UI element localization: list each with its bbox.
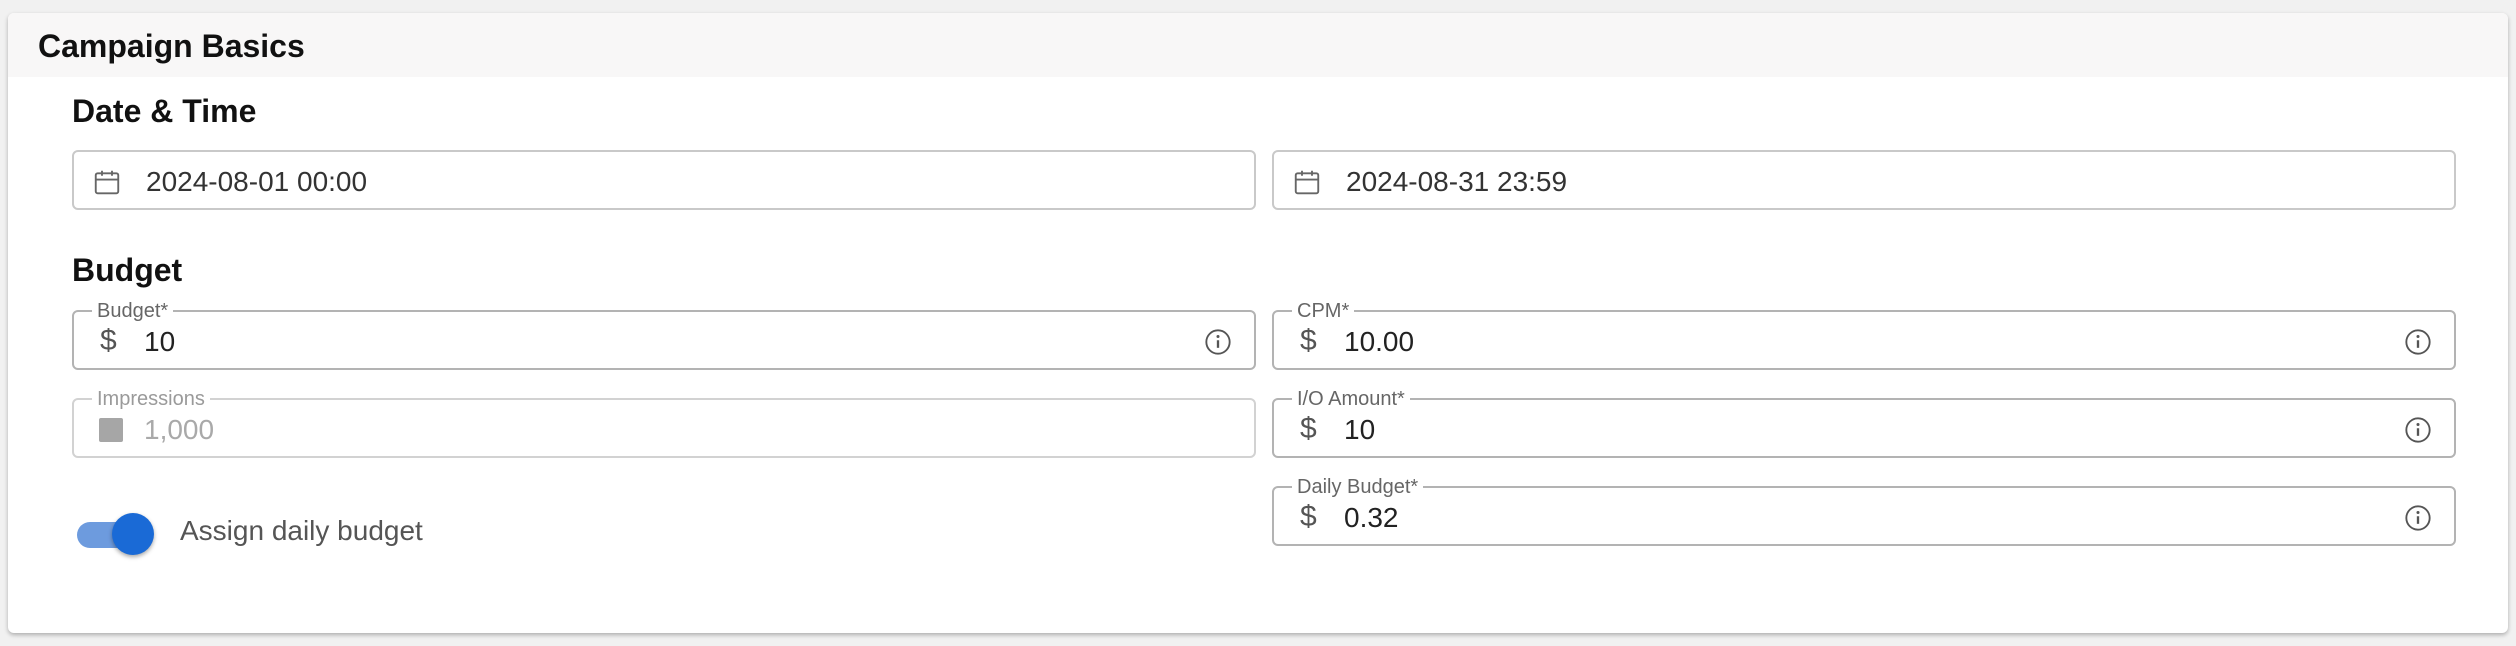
daily-budget-label: Daily Budget* [1292,476,1424,498]
campaign-basics-card: Campaign Basics Date & Time 2024-08-01 0… [8,13,2508,633]
cpm-field[interactable]: CPM* $ 10.00 [1272,300,2456,370]
assign-daily-budget-toggle[interactable] [74,509,156,559]
end-date-field[interactable]: 2024-08-31 23:59 [1272,150,2456,210]
info-icon[interactable] [1204,328,1232,356]
impressions-field: Impressions 1,000 [72,388,1256,458]
info-icon[interactable] [2404,328,2432,356]
start-date-value: 2024-08-01 00:00 [146,166,368,197]
dollar-icon: $ [1300,412,1317,445]
info-icon[interactable] [2404,416,2432,444]
dollar-icon: $ [1300,500,1317,533]
card-header: Campaign Basics [8,13,2508,77]
date-time-heading: Date & Time [72,93,257,129]
impressions-value: 1,000 [144,414,215,445]
dollar-icon: $ [1300,324,1317,357]
start-date-field[interactable]: 2024-08-01 00:00 [72,150,1256,210]
toggle-thumb [112,513,154,555]
io-amount-label: I/O Amount* [1292,388,1410,410]
daily-budget-field[interactable]: Daily Budget* $ 0.32 [1272,476,2456,546]
info-icon[interactable] [2404,504,2432,532]
dollar-icon: $ [100,324,117,357]
assign-daily-budget-label: Assign daily budget [180,515,423,546]
daily-budget-value: 0.32 [1344,502,1399,533]
card-title: Campaign Basics [38,28,305,64]
cpm-label: CPM* [1292,300,1355,322]
calendar-icon [1294,170,1320,195]
budget-value: 10 [144,326,176,357]
io-amount-value: 10 [1344,414,1376,445]
budget-label: Budget* [92,300,174,322]
end-date-value: 2024-08-31 23:59 [1346,166,1568,197]
budget-field[interactable]: Budget* $ 10 [72,300,1256,370]
calendar-icon [94,170,120,195]
impressions-label: Impressions [92,388,210,410]
cpm-value: 10.00 [1344,326,1415,357]
budget-heading: Budget [72,252,183,288]
io-amount-field[interactable]: I/O Amount* $ 10 [1272,388,2456,458]
impressions-icon [99,418,123,442]
